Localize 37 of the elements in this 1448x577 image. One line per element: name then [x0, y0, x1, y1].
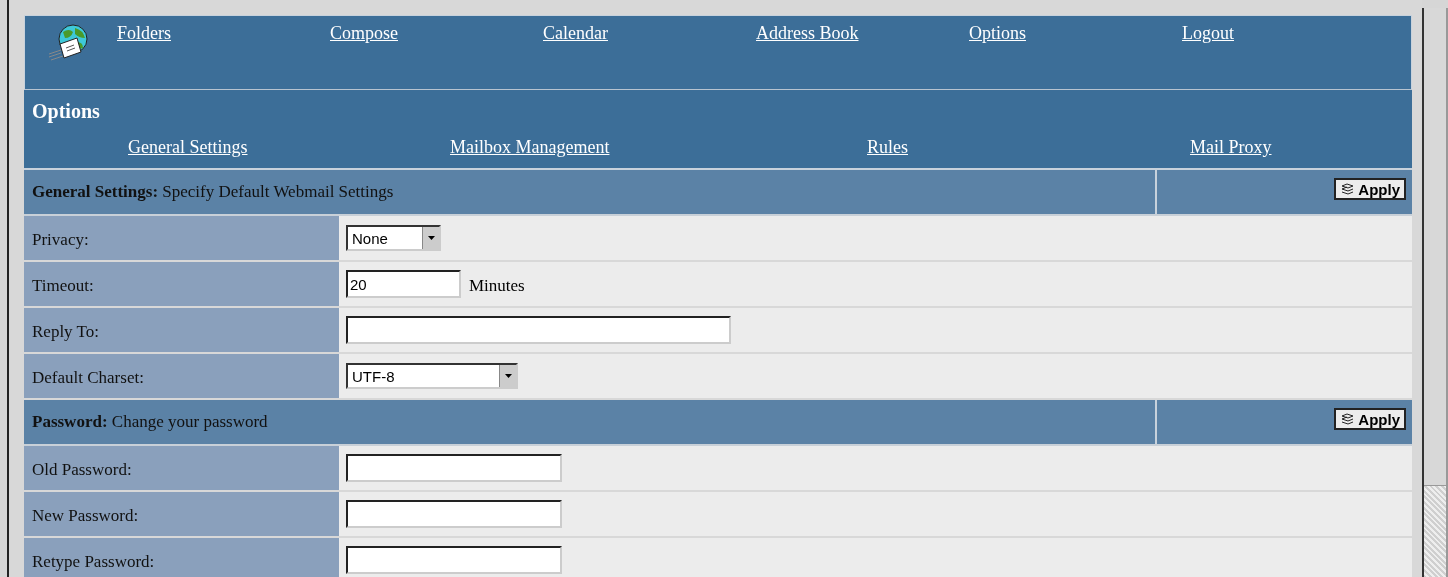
options-tab[interactable]: General Settings	[128, 137, 450, 158]
options-tab[interactable]: Rules	[867, 137, 1190, 158]
apply-button[interactable]: Apply	[1334, 178, 1406, 200]
nav-link[interactable]: Address Book	[756, 23, 969, 89]
section-title: General Settings: Specify Default Webmail Settings	[24, 170, 1157, 214]
password-field[interactable]	[346, 454, 562, 482]
pages-icon	[1340, 412, 1356, 426]
field-label: Timeout:	[24, 262, 339, 306]
field-label: Old Password:	[24, 446, 339, 490]
section-title: Password: Change your password	[24, 400, 1157, 444]
nav-link[interactable]: Calendar	[543, 23, 756, 89]
text-field[interactable]	[346, 316, 731, 344]
nav-link[interactable]: Logout	[1182, 23, 1395, 89]
dropdown[interactable]: UTF-8	[346, 363, 518, 389]
dropdown-arrow-icon	[427, 236, 435, 240]
globe-mail-icon	[47, 24, 91, 64]
field-label: Retype Password:	[24, 538, 339, 577]
unit-label: Minutes	[469, 276, 525, 296]
text-field[interactable]: 20	[346, 270, 461, 298]
scrollbar-thumb[interactable]	[1424, 8, 1446, 486]
pages-icon	[1340, 182, 1356, 196]
scrollbar[interactable]	[1422, 8, 1448, 577]
field-label: Reply To:	[24, 308, 339, 352]
apply-button[interactable]: Apply	[1334, 408, 1406, 430]
password-field[interactable]	[346, 546, 562, 574]
nav-link[interactable]: Options	[969, 23, 1182, 89]
password-field[interactable]	[346, 500, 562, 528]
field-label: Privacy:	[24, 216, 339, 260]
options-title: Options	[31, 99, 101, 123]
options-tab[interactable]: Mail Proxy	[1190, 137, 1272, 158]
dropdown[interactable]: None	[346, 225, 441, 251]
field-label: Default Charset:	[24, 354, 339, 398]
nav-link[interactable]: Folders	[117, 23, 330, 89]
nav-link[interactable]: Compose	[330, 23, 543, 89]
field-label: New Password:	[24, 492, 339, 536]
options-tab[interactable]: Mailbox Management	[450, 137, 867, 158]
dropdown-arrow-icon	[504, 374, 512, 378]
